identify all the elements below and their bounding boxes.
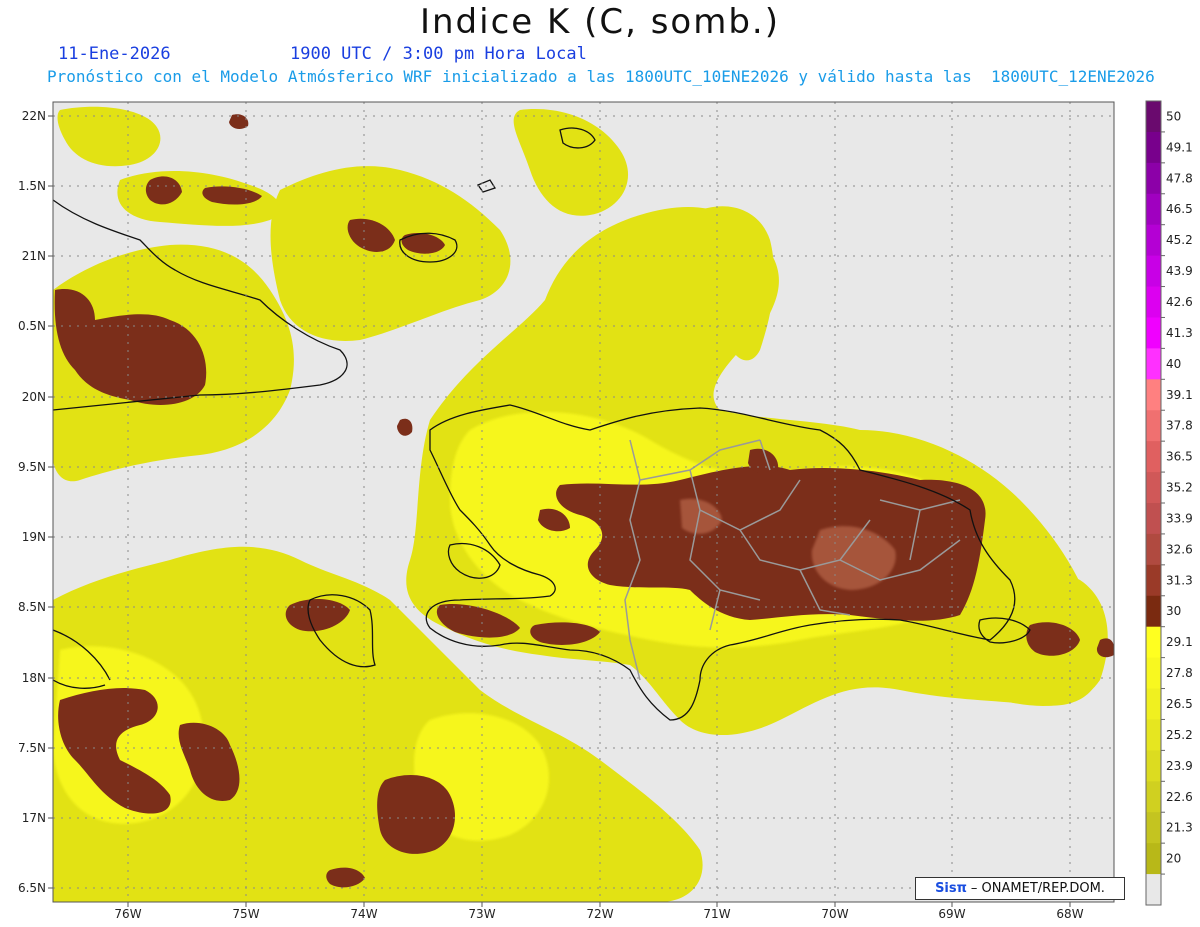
colorbar-label: 32.6	[1166, 542, 1193, 556]
lat-tick-label: 19N	[22, 530, 46, 544]
sispi-logo: Sisπ	[935, 881, 967, 896]
colorbar-label: 30	[1166, 604, 1181, 618]
colorbar-label: 43.9	[1166, 264, 1193, 278]
colorbar-label: 25.2	[1166, 728, 1193, 742]
lat-tick-label: 8.5N	[18, 600, 46, 614]
colorbar-swatch	[1146, 286, 1161, 318]
lon-labels: 76W 75W 74W 73W 72W 71W 70W 69W 68W	[114, 902, 1084, 921]
colorbar-swatch	[1146, 874, 1161, 906]
map-figure: 76W 75W 74W 73W 72W 71W 70W 69W 68W 22N 1.5N 21N 0.…	[18, 100, 1193, 921]
colorbar-swatch	[1146, 750, 1161, 782]
colorbar-swatch	[1146, 441, 1161, 473]
brown-region-south2	[377, 775, 455, 854]
lat-tick-label: 21N	[22, 249, 46, 263]
colorbar-swatch	[1146, 472, 1161, 504]
colorbar-label: 46.5	[1166, 202, 1193, 216]
lat-tick-label: 22N	[22, 109, 46, 123]
colorbar-swatch	[1146, 162, 1161, 195]
lat-tick-label: 18N	[22, 671, 46, 685]
colorbar-swatch	[1146, 193, 1161, 226]
colorbar-swatch	[1146, 781, 1161, 813]
colorbar-label: 40	[1166, 357, 1181, 371]
colorbar: 50 49.1 47.8 46.5 45.2 43.9 42.6 41.3 40 39.1 37.8…	[1145, 100, 1193, 906]
lon-tick-label: 71W	[703, 907, 730, 921]
colorbar-swatch	[1146, 657, 1161, 690]
colorbar-swatch	[1146, 503, 1161, 535]
lat-tick-label: 0.5N	[18, 319, 46, 333]
colorbar-swatch	[1146, 410, 1161, 442]
colorbar-swatch	[1146, 843, 1161, 875]
colorbar-label: 31.3	[1166, 573, 1193, 587]
lon-tick-label: 73W	[468, 907, 495, 921]
colorbar-swatch	[1146, 564, 1161, 597]
colorbar-swatch	[1146, 812, 1161, 844]
credit-text: – ONAMET/REP.DOM.	[970, 881, 1105, 896]
colorbar-label: 21.3	[1166, 821, 1193, 835]
colorbar-swatch	[1146, 224, 1161, 257]
lon-tick-label: 70W	[821, 907, 848, 921]
colorbar-label: 20	[1166, 852, 1181, 866]
colorbar-label: 29.1	[1166, 635, 1193, 649]
colorbar-label: 23.9	[1166, 759, 1193, 773]
colorbar-label: 45.2	[1166, 233, 1193, 247]
colorbar-label: 50	[1166, 109, 1181, 123]
colorbar-swatch	[1146, 255, 1161, 288]
colorbar-swatch	[1146, 533, 1161, 566]
lat-tick-label: 20N	[22, 390, 46, 404]
colorbar-swatch	[1146, 379, 1161, 411]
colorbar-label: 41.3	[1166, 326, 1193, 340]
lat-tick-label: 7.5N	[18, 741, 46, 755]
colorbar-swatch	[1146, 131, 1161, 164]
lon-tick-label: 76W	[114, 907, 141, 921]
lon-tick-label: 74W	[350, 907, 377, 921]
credit-box: Sisπ – ONAMET/REP.DOM.	[915, 877, 1125, 900]
lat-labels: 22N 1.5N 21N 0.5N 20N 9.5N 19N 8.5N 18N 7.5N 17N 6.…	[18, 109, 53, 895]
colorbar-label: 37.8	[1166, 419, 1193, 433]
colorbar-swatch	[1146, 688, 1161, 720]
colorbar-label: 26.5	[1166, 697, 1193, 711]
colorbar-swatch	[1146, 626, 1161, 659]
colorbar-label: 36.5	[1166, 450, 1193, 464]
colorbar-label: 42.6	[1166, 295, 1193, 309]
colorbar-swatch	[1146, 719, 1161, 751]
colorbar-label: 49.1	[1166, 140, 1193, 154]
colorbar-label: 47.8	[1166, 171, 1193, 185]
lon-tick-label: 68W	[1056, 907, 1083, 921]
lat-tick-label: 9.5N	[18, 460, 46, 474]
lat-tick-label: 1.5N	[18, 179, 46, 193]
lat-tick-label: 6.5N	[18, 881, 46, 895]
lon-tick-label: 75W	[232, 907, 259, 921]
lat-tick-label: 17N	[22, 811, 46, 825]
colorbar-label: 35.2	[1166, 481, 1193, 495]
colorbar-swatch	[1146, 348, 1161, 380]
colorbar-label: 39.1	[1166, 388, 1193, 402]
colorbar-swatch	[1146, 317, 1161, 349]
colorbar-label: 27.8	[1166, 666, 1193, 680]
colorbar-swatch	[1146, 101, 1161, 133]
colorbar-label: 22.6	[1166, 790, 1193, 804]
colorbar-swatch	[1146, 595, 1161, 628]
lon-tick-label: 69W	[938, 907, 965, 921]
lon-tick-label: 72W	[586, 907, 613, 921]
colorbar-label: 33.9	[1166, 511, 1193, 525]
